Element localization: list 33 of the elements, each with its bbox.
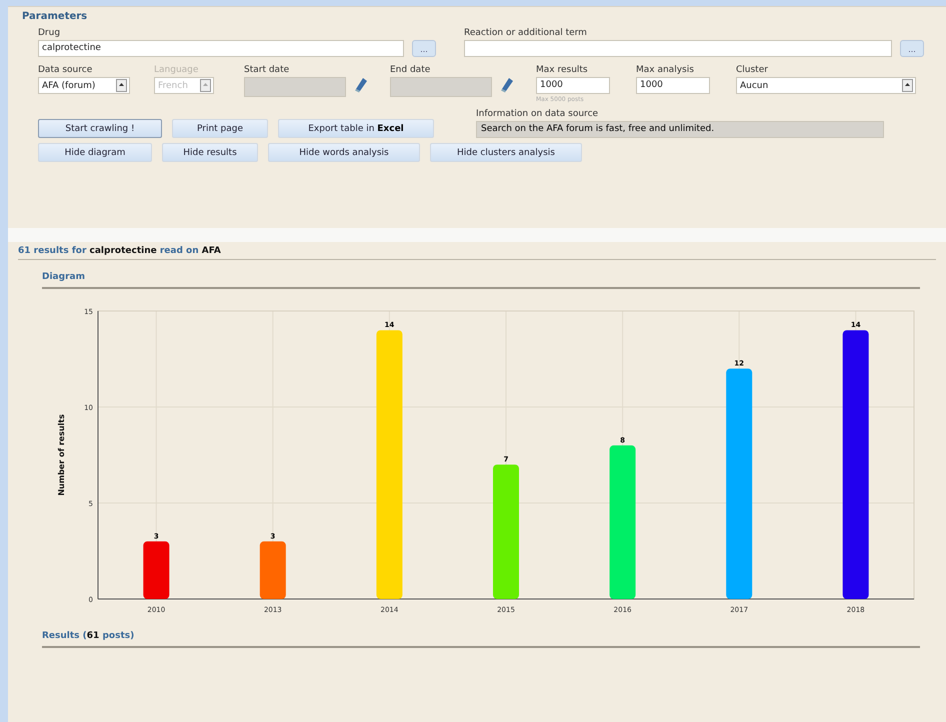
field-label: Drug (38, 28, 62, 38)
action-button[interactable]: Start crawling ! (38, 119, 162, 138)
drug-field[interactable]: calprotectine (38, 40, 404, 57)
results-heading: 61 results for calprotectine read on AFA (18, 246, 936, 260)
eraser-icon[interactable] (500, 77, 514, 93)
field-label: Max results (536, 65, 589, 75)
field-label: Information on data source (476, 109, 600, 119)
field-label: Reaction or additional term (464, 28, 588, 38)
field-label: Language (154, 65, 200, 75)
field-label: Max analysis (636, 65, 695, 75)
data-source-select[interactable]: AFA (forum) (38, 77, 130, 94)
results-title: Results (61 posts) (42, 631, 920, 648)
toggle-button[interactable]: Hide diagram (38, 143, 152, 162)
field-label: Data source (38, 65, 94, 75)
field-label: End date (390, 65, 432, 75)
y-axis-label: Number of results (57, 414, 66, 496)
reaction-field[interactable] (464, 40, 892, 57)
toggle-button[interactable]: Hide words analysis (268, 143, 420, 162)
field-label: Start date (244, 65, 290, 75)
diagram-title: Diagram (42, 272, 920, 289)
toggle-button[interactable]: Hide clusters analysis (430, 143, 582, 162)
field-label: Cluster (736, 65, 769, 75)
browse-button[interactable]: ... (412, 40, 436, 57)
cluster-select[interactable]: Aucun (736, 77, 916, 94)
action-button[interactable]: Print page (172, 119, 268, 138)
toggle-button[interactable]: Hide results (162, 143, 258, 162)
max-results-field[interactable]: 1000 (536, 77, 610, 94)
eraser-icon[interactable] (354, 77, 368, 93)
browse-button[interactable]: ... (900, 40, 924, 57)
info-field: Search on the AFA forum is fast, free and unlimited. (476, 121, 884, 138)
panel-title: Parameters (22, 11, 88, 22)
action-button[interactable]: Export table in Excel (278, 119, 434, 138)
max-analysis-field[interactable]: 1000 (636, 77, 710, 94)
